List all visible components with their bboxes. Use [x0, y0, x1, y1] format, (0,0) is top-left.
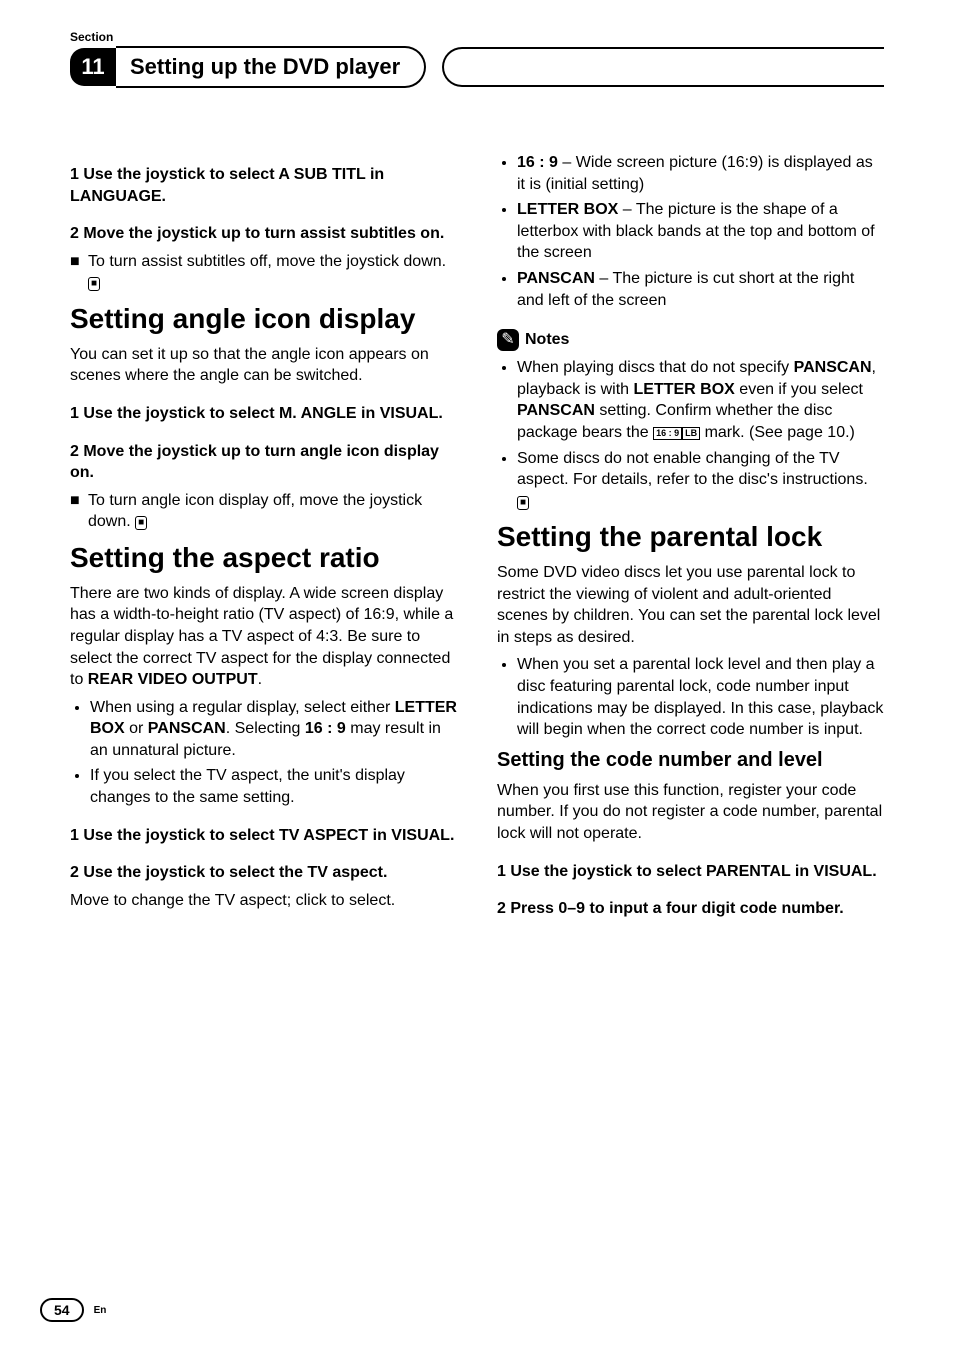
body-text: Some DVD video discs let you use parenta…	[497, 562, 884, 648]
left-column: 1 Use the joystick to select A SUB TITL …	[70, 148, 457, 926]
stop-icon: ■	[135, 516, 147, 530]
section-label: Section	[70, 30, 884, 44]
header-row: 11 Setting up the DVD player	[70, 46, 884, 88]
subheading: Setting the code number and level	[497, 747, 884, 774]
aspect-mark-icon: 16 : 9	[653, 427, 682, 440]
list-item: When playing discs that do not specify P…	[517, 357, 884, 443]
step-text: 1 Use the joystick to select PARENTAL in…	[497, 861, 884, 883]
lb-mark-icon: LB	[682, 427, 700, 440]
step-text: 1 Use the joystick to select A SUB TITL …	[70, 164, 457, 207]
stop-icon: ■	[88, 277, 100, 291]
body-text: When you first use this function, regist…	[497, 780, 884, 845]
language-label: En	[94, 1305, 107, 1316]
list-item: PANSCAN – The picture is cut short at th…	[517, 268, 884, 311]
body-text: You can set it up so that the angle icon…	[70, 344, 457, 387]
list-item: Some discs do not enable changing of the…	[517, 448, 884, 513]
sub-bullet: ■ To turn assist subtitles off, move the…	[70, 251, 457, 294]
step-text: 2 Move the joystick up to turn angle ico…	[70, 441, 457, 484]
step-text: 2 Move the joystick up to turn assist su…	[70, 223, 457, 245]
notes-header: ✎ Notes	[497, 329, 884, 351]
list-item: When using a regular display, select eit…	[90, 697, 457, 762]
list-item: When you set a parental lock level and t…	[517, 654, 884, 740]
step-text: 1 Use the joystick to select TV ASPECT i…	[70, 825, 457, 847]
header-arc	[442, 47, 884, 87]
pencil-icon: ✎	[497, 329, 519, 351]
heading: Setting the aspect ratio	[70, 539, 457, 577]
page-number: 54	[40, 1298, 84, 1322]
step-text: 2 Press 0–9 to input a four digit code n…	[497, 898, 884, 920]
right-column: 16 : 9 – Wide screen picture (16:9) is d…	[497, 148, 884, 926]
step-text: 1 Use the joystick to select M. ANGLE in…	[70, 403, 457, 425]
footer: 54 En	[40, 1298, 106, 1322]
body-text: There are two kinds of display. A wide s…	[70, 583, 457, 691]
notes-label: Notes	[525, 329, 569, 351]
body-text: To turn assist subtitles off, move the j…	[88, 253, 446, 270]
sub-bullet: ■ To turn angle icon display off, move t…	[70, 490, 457, 533]
step-text: 2 Use the joystick to select the TV aspe…	[70, 862, 457, 884]
chapter-title: Setting up the DVD player	[116, 46, 426, 88]
heading: Setting the parental lock	[497, 518, 884, 556]
list-item: LETTER BOX – The picture is the shape of…	[517, 199, 884, 264]
list-item: 16 : 9 – Wide screen picture (16:9) is d…	[517, 152, 884, 195]
stop-icon: ■	[517, 496, 529, 510]
body-text: Move to change the TV aspect; click to s…	[70, 890, 457, 912]
section-number: 11	[70, 48, 116, 86]
heading: Setting angle icon display	[70, 300, 457, 338]
list-item: If you select the TV aspect, the unit's …	[90, 765, 457, 808]
